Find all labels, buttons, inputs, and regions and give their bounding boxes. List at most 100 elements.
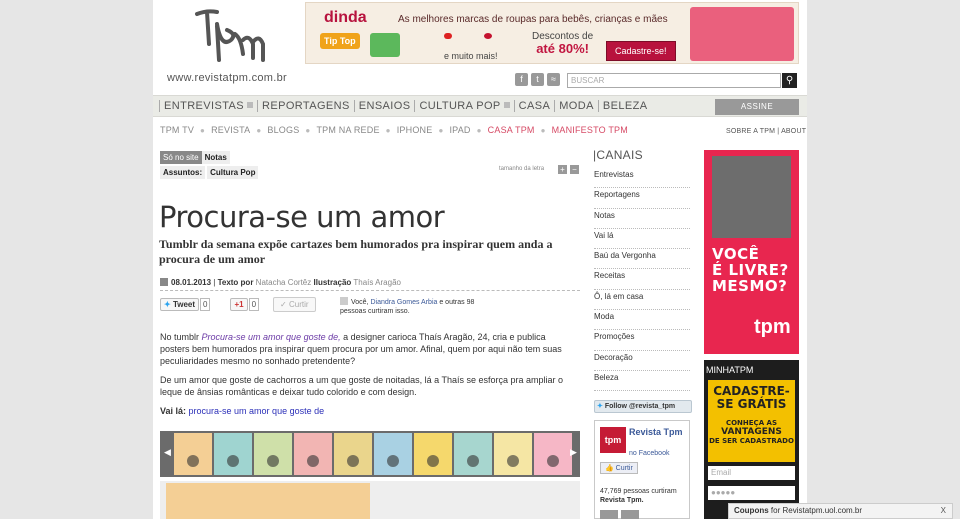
canal-item[interactable]: Entrevistas	[594, 168, 690, 189]
fb-page-name[interactable]: Revista Tpm	[629, 427, 683, 437]
nav-item-reportagens[interactable]: REPORTAGENS	[257, 100, 354, 112]
about-links[interactable]: SOBRE A TPM | ABOUT	[726, 128, 806, 135]
nav-item-moda[interactable]: MODA	[554, 100, 598, 112]
gallery-thumbnail[interactable]	[494, 433, 532, 475]
coupons-bar[interactable]: Coupons for Revistatpm.uol.com.br X	[728, 503, 953, 519]
dropdown-icon[interactable]	[247, 102, 253, 108]
twitter-follow-button[interactable]: ✦ Follow @revista_tpm	[594, 400, 692, 413]
byline: 08.01.2013 | Texto por Natacha Cortêz Il…	[160, 278, 580, 291]
subnav-item-manifesto-tpm[interactable]: MANIFESTO TPM	[552, 125, 628, 135]
font-increase-button[interactable]: +	[558, 165, 567, 174]
rss-icon[interactable]: ≈	[547, 73, 560, 86]
font-decrease-button[interactable]: −	[570, 165, 579, 174]
gallery-thumbnail[interactable]	[374, 433, 412, 475]
cadastre-box[interactable]: CADASTRE-SE GRÁTIS CONHEÇA AS VANTAGENS DE…	[708, 380, 795, 462]
close-icon[interactable]: X	[941, 504, 946, 518]
gallery-thumbnail[interactable]	[214, 433, 252, 475]
subnav-item-ipad[interactable]: IPAD	[449, 125, 470, 135]
fb-like-count: 47,769 pessoas curtiram Revista Tpm.	[600, 487, 690, 505]
fb-on-facebook[interactable]: no Facebook	[629, 449, 669, 458]
banner-cta-button[interactable]: Cadastre-se!	[606, 41, 676, 61]
tpm-logo[interactable]	[187, 4, 277, 64]
fb-box-like-button[interactable]: 👍 Curtir	[600, 462, 638, 474]
notas-tag[interactable]: Notas	[201, 151, 230, 164]
subnav-item-tpm-tv[interactable]: TPM TV	[160, 125, 194, 135]
gallery-prev-icon[interactable]: ◀	[164, 447, 171, 458]
gallery-thumbnail[interactable]	[174, 433, 212, 475]
canal-item[interactable]: Notas	[594, 209, 690, 229]
ad-headline: VOCÊ É LIVRE? MESMO?	[712, 245, 789, 295]
tweet-button[interactable]: ✦ Tweet	[160, 298, 200, 311]
gallery-thumbnail[interactable]	[414, 433, 452, 475]
nav-item-casa[interactable]: CASA	[513, 100, 555, 112]
subnav-item-blogs[interactable]: BLOGS	[267, 125, 299, 135]
fb-like-button[interactable]: ✓ Curtir	[273, 297, 316, 312]
tumblr-link[interactable]: Procura-se um amor que goste de,	[202, 332, 341, 342]
nav-item-beleza[interactable]: BELEZA	[597, 100, 652, 112]
dropdown-icon[interactable]	[503, 102, 510, 108]
gallery-thumbnail[interactable]	[334, 433, 372, 475]
canal-item[interactable]: Decoração	[594, 351, 690, 371]
nav-item-entrevistas[interactable]: ENTREVISTAS	[159, 100, 257, 112]
site-url[interactable]: www.revistatpm.com.br	[167, 72, 287, 84]
thumbnail-illustration	[267, 455, 279, 467]
password-input[interactable]: ●●●●●	[708, 486, 795, 500]
canal-item[interactable]: Promoções	[594, 330, 690, 351]
banner-brand-logo	[370, 33, 400, 57]
author-link[interactable]: Natacha Cortêz	[256, 278, 312, 287]
paragraph-1: No tumblr Procura-se um amor que goste d…	[160, 331, 572, 367]
facebook-icon[interactable]: f	[515, 73, 528, 86]
canal-item[interactable]: Beleza	[594, 371, 690, 392]
article-subtitle: Tumblr da semana expõe cartazes bem humo…	[159, 237, 553, 266]
nav-item-ensaios[interactable]: ENSAIOS	[353, 100, 415, 112]
ilustracao-label: Ilustração	[313, 278, 352, 287]
gallery-thumbnail[interactable]	[534, 433, 572, 475]
thumbnail-illustration	[227, 455, 239, 467]
search-input[interactable]: BUSCAR	[567, 73, 781, 88]
voce-e-livre-ad[interactable]: VOCÊ É LIVRE? MESMO? tpm	[704, 150, 799, 354]
search-icon[interactable]: ⚲	[782, 73, 797, 88]
twitter-bird-icon: ✦	[597, 403, 603, 410]
subnav-item-tpm-na-rede[interactable]: TPM NA REDE	[316, 125, 379, 135]
nav-item-label: BELEZA	[602, 100, 648, 112]
fb-like-label: Curtir	[288, 300, 309, 309]
canal-item[interactable]: Receitas	[594, 269, 690, 290]
tweet-count: 0	[200, 298, 211, 311]
face[interactable]	[621, 510, 639, 519]
gallery-thumbnail[interactable]	[454, 433, 492, 475]
fb-friend-link[interactable]: Diandra Gomes Arbia	[370, 299, 437, 306]
canal-item[interactable]: Reportagens	[594, 188, 690, 209]
subnav-item-iphone[interactable]: IPHONE	[397, 125, 433, 135]
thumbnail-illustration	[427, 455, 439, 467]
assine-button[interactable]: ASSINE	[715, 99, 799, 115]
banner-brand-logo	[484, 33, 492, 39]
illustrator-link[interactable]: Thaís Aragão	[353, 278, 401, 287]
coupons-for: for Revistatpm.uol.com.br	[770, 506, 863, 515]
vai-la-link[interactable]: procura-se um amor que goste de	[189, 406, 325, 416]
canal-item[interactable]: Moda	[594, 310, 690, 331]
canal-item[interactable]: Baú da Vergonha	[594, 249, 690, 270]
email-input[interactable]: Email	[708, 466, 795, 480]
nav-item-label: CULTURA POP	[419, 100, 501, 112]
canal-item[interactable]: Ô, lá em casa	[594, 290, 690, 311]
canal-item[interactable]: Vai lá	[594, 229, 690, 250]
face[interactable]	[600, 510, 618, 519]
image-gallery[interactable]: ◀ ▶	[160, 431, 580, 477]
gallery-thumbnail[interactable]	[294, 433, 332, 475]
subnav-item-casa-tpm[interactable]: CASA TPM	[488, 125, 535, 135]
assunto-tag[interactable]: Cultura Pop	[207, 166, 259, 179]
dinda-banner-ad[interactable]: dinda As melhores marcas de roupas para …	[305, 2, 799, 64]
calendar-icon	[160, 278, 168, 286]
gplus-button[interactable]: +1	[230, 298, 248, 311]
separator-dot: ●	[256, 125, 262, 135]
subnav-item-revista[interactable]: REVISTA	[211, 125, 250, 135]
so-no-site-tag[interactable]: Só no site	[160, 151, 202, 164]
gallery-next-icon[interactable]: ▶	[570, 447, 577, 458]
twitter-icon[interactable]: t	[531, 73, 544, 86]
thumbnail-illustration	[387, 455, 399, 467]
p1-text-pre: No tumblr	[160, 332, 200, 342]
tpm-mini-logo: tpm	[754, 316, 791, 338]
nav-item-cultura-pop[interactable]: CULTURA POP	[414, 100, 513, 112]
gallery-thumbnail[interactable]	[254, 433, 292, 475]
revista-tpm-avatar[interactable]: tpm	[600, 427, 626, 453]
